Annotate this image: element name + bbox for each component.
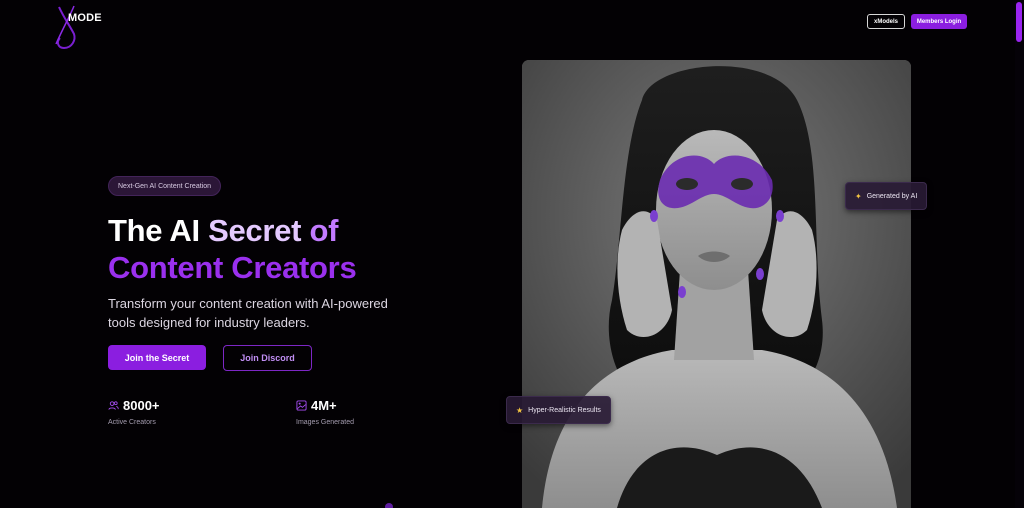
stat-value: 8000+: [123, 398, 160, 413]
stat-images-generated: 4M+ Images Generated: [296, 398, 354, 426]
users-icon: [108, 401, 119, 410]
hero-image: [522, 60, 911, 508]
hyper-realistic-label: Hyper-Realistic Results: [528, 406, 601, 414]
headline-word-1: The AI: [108, 213, 200, 248]
masked-portrait-image: [522, 60, 911, 508]
scrollbar-thumb[interactable]: [1016, 2, 1022, 42]
hero-subtitle: Transform your content creation with AI-…: [108, 296, 388, 330]
stat-label: Images Generated: [296, 419, 354, 426]
headline-word-3: of: [309, 213, 339, 248]
scroll-dot: [385, 503, 393, 508]
hyper-realistic-card: ★ Hyper-Realistic Results: [506, 396, 611, 424]
headline-word-2: Secret: [208, 213, 302, 248]
scrollbar-track[interactable]: [1015, 0, 1024, 508]
join-discord-button[interactable]: Join Discord: [223, 345, 312, 371]
sparkle-icon: ✦: [855, 191, 862, 201]
headline-line-2: Content Creators: [108, 250, 357, 285]
x-logo-icon: [55, 5, 76, 50]
generated-by-ai-label: Generated by AI: [866, 192, 918, 200]
xmodels-button[interactable]: xModels: [867, 14, 905, 29]
hero-badge: Next-Gen AI Content Creation: [108, 176, 221, 196]
headline-line-1: The AI Secret of: [108, 212, 356, 249]
star-icon: ★: [516, 405, 524, 415]
members-login-button[interactable]: Members Login: [911, 14, 967, 29]
logo-text: MODE: [68, 12, 102, 24]
join-the-secret-button[interactable]: Join the Secret: [108, 345, 206, 370]
hero-headline: The AI Secret of Content Creators: [108, 212, 357, 286]
stat-label: Active Creators: [108, 419, 156, 426]
image-icon: [296, 400, 307, 411]
generated-by-ai-card: ✦ Generated by AI: [845, 182, 928, 210]
brand-logo[interactable]: [50, 4, 110, 50]
stat-value: 4M+: [311, 398, 337, 413]
stat-active-creators: 8000+ Active Creators: [108, 398, 160, 426]
